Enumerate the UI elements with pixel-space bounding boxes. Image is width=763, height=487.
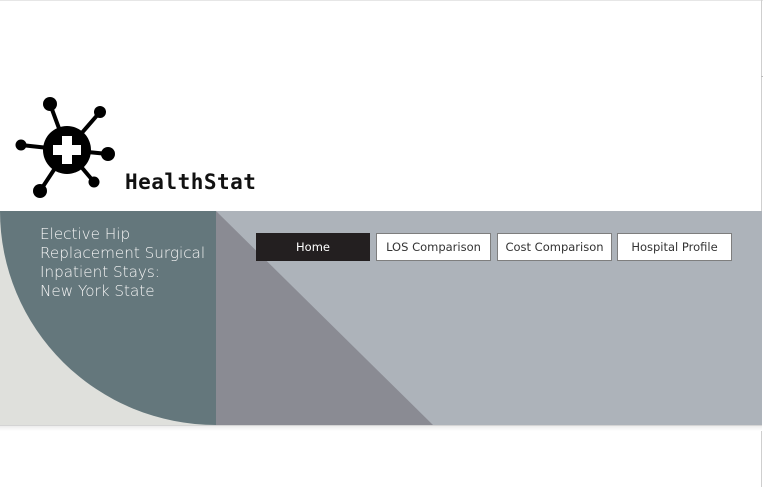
page-title-line: Elective Hip: [40, 225, 131, 243]
page-title-line: Inpatient Stays:: [40, 263, 160, 281]
banner-shadow: [0, 426, 762, 431]
network-cross-icon: [15, 97, 115, 198]
page-title-line: Replacement Surgical: [40, 244, 206, 262]
nav-los-comparison-button[interactable]: LOS Comparison: [376, 233, 491, 261]
nav-home-button[interactable]: Home: [256, 233, 370, 261]
page-title: Elective Hip Replacement Surgical Inpati…: [40, 225, 215, 301]
page-title-line: New York State: [40, 282, 155, 300]
nav-cost-comparison-label: Cost Comparison: [505, 240, 604, 254]
nav-hospital-profile-button[interactable]: Hospital Profile: [617, 233, 732, 261]
nav-cost-comparison-button[interactable]: Cost Comparison: [497, 233, 612, 261]
nav-home-label: Home: [296, 240, 330, 254]
nav-los-comparison-label: LOS Comparison: [386, 240, 481, 254]
nav-hospital-profile-label: Hospital Profile: [631, 240, 718, 254]
frame-top-border: [0, 0, 763, 1]
brand-name: HealthStat: [125, 170, 257, 194]
